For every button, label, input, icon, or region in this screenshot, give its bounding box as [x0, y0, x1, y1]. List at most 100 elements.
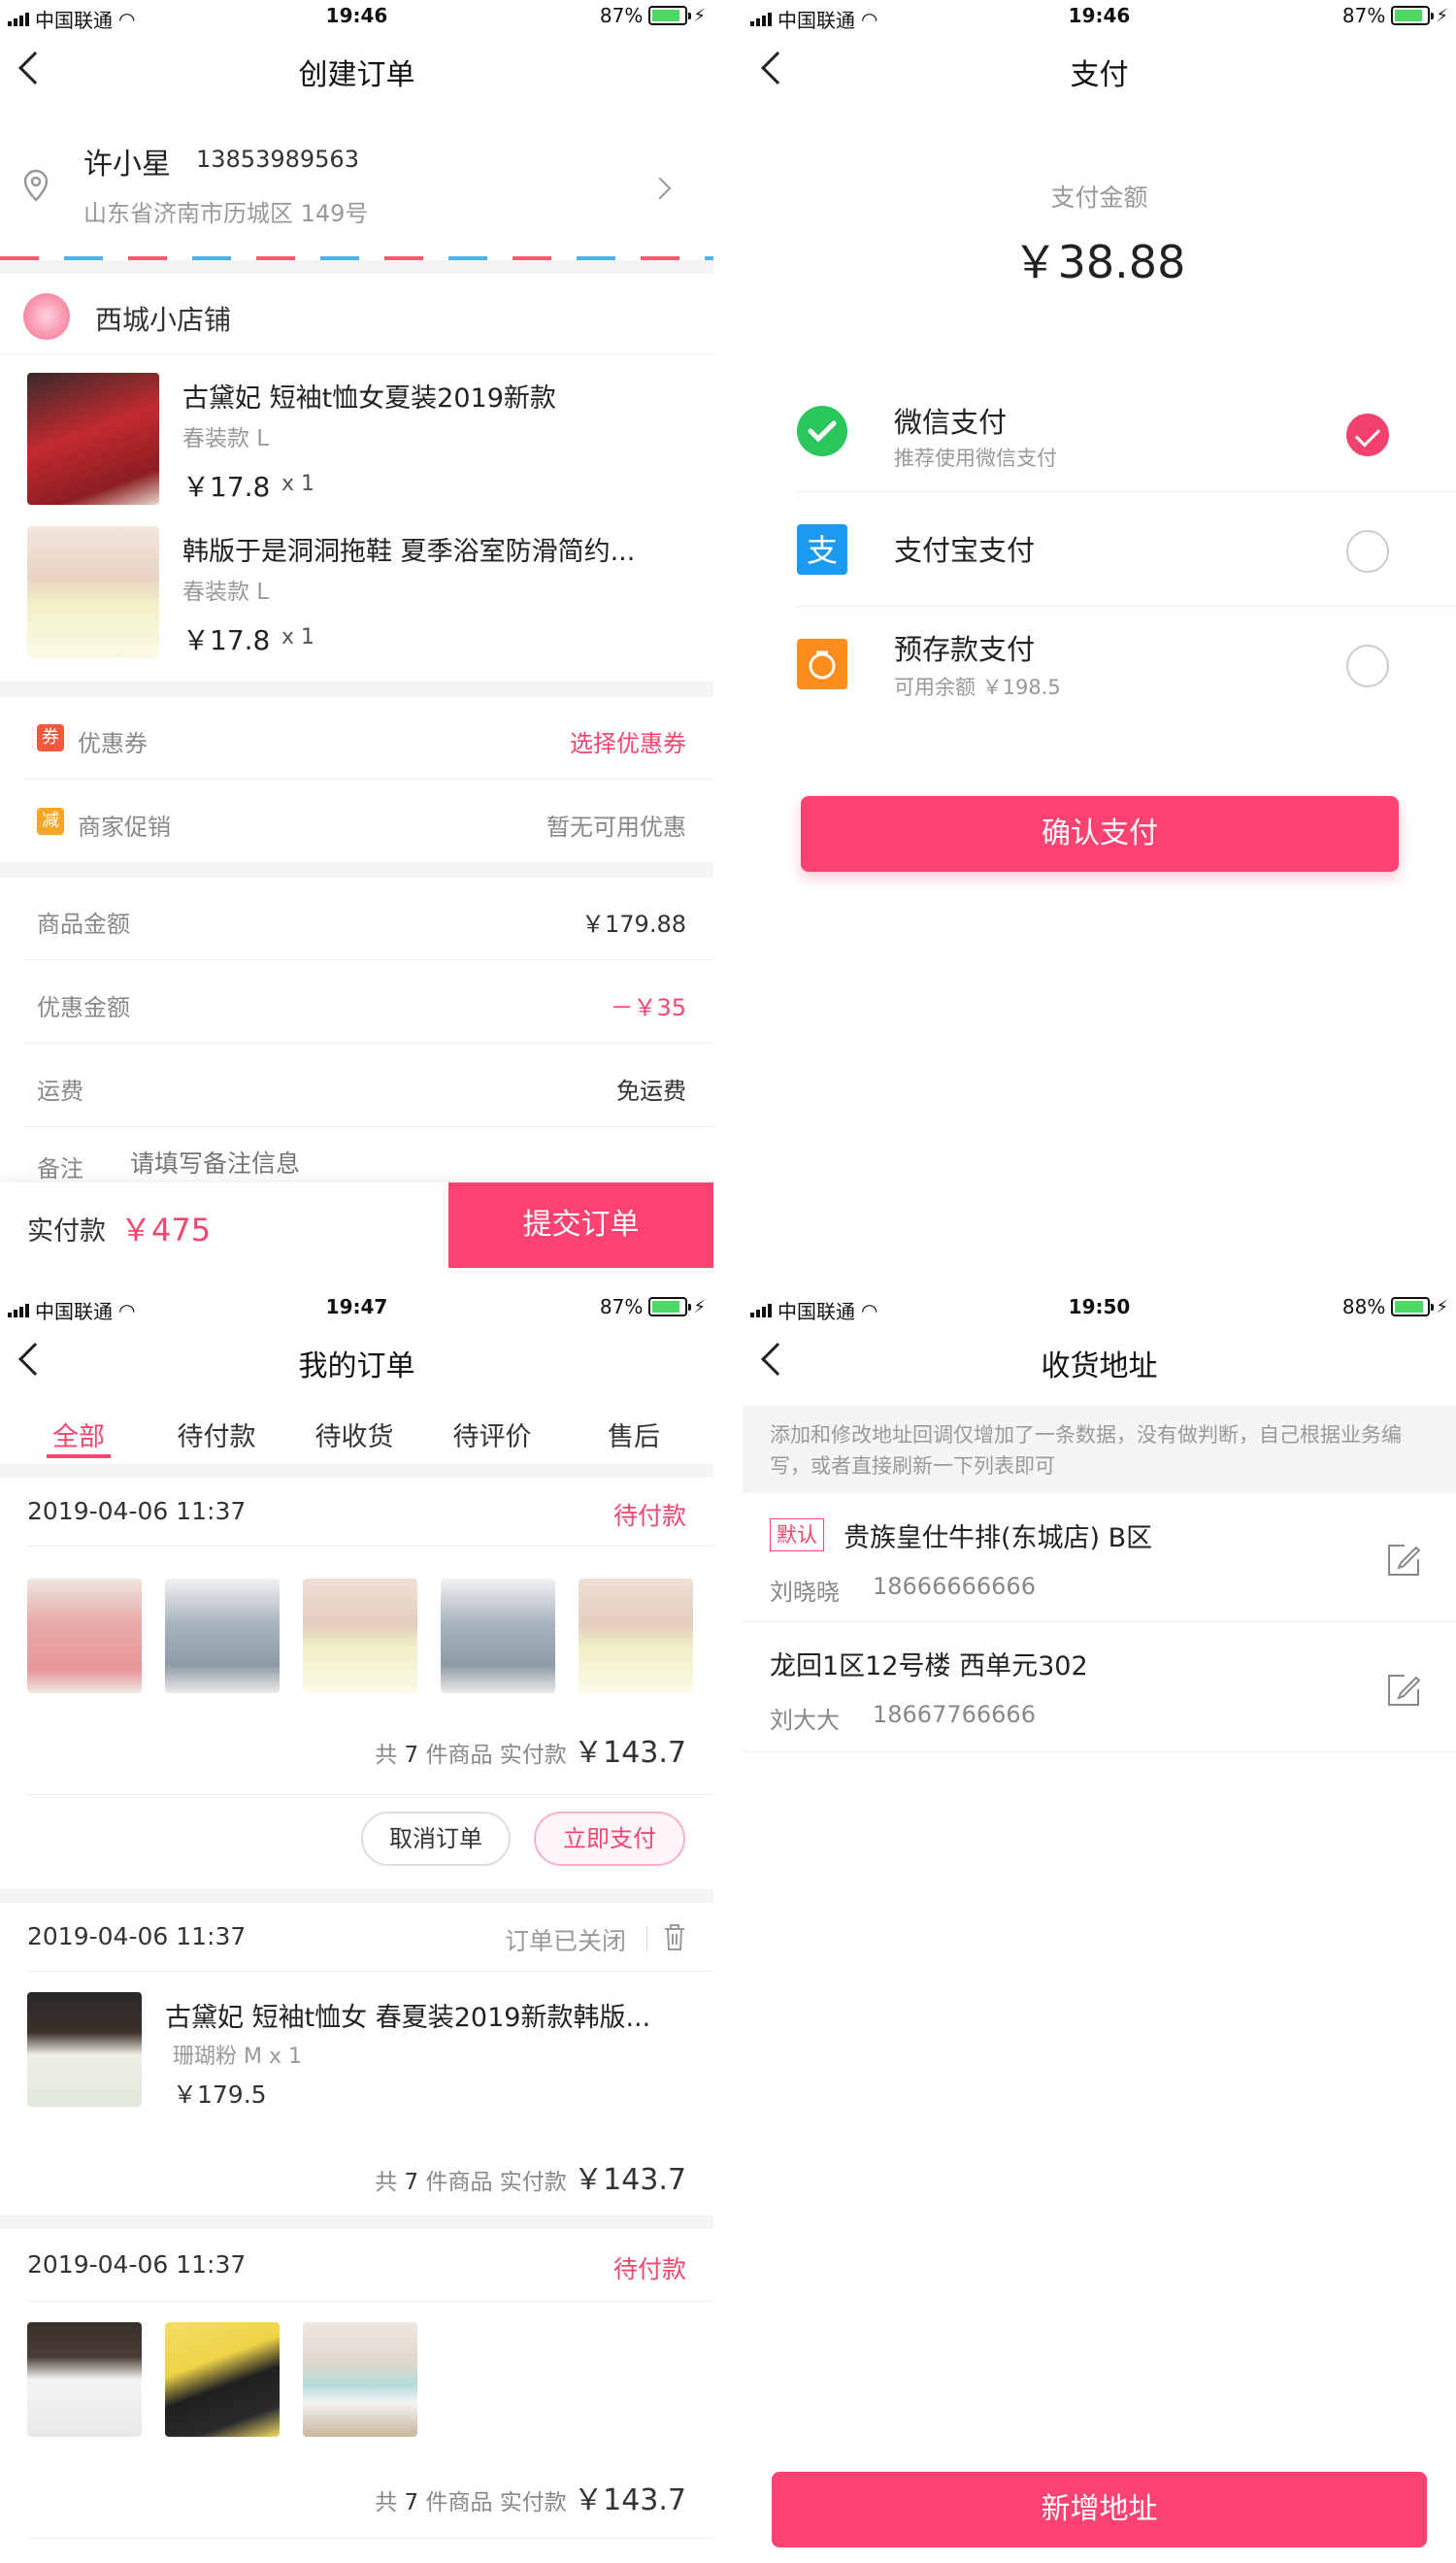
page-title: 我的订单 — [298, 1349, 415, 1383]
tab-pending-payment[interactable]: 待付款 — [159, 1415, 274, 1453]
order-item[interactable]: 古黛妃 短袖t恤女 春夏装2019新款韩版... 珊瑚粉 M x 1 ￥179.… — [0, 1992, 713, 2118]
summary-text: 件商品 实付款 — [425, 2170, 567, 2195]
nav-bar: 收货地址 — [743, 1326, 1456, 1396]
tab-pending-review[interactable]: 待评价 — [435, 1415, 549, 1453]
address-card[interactable]: 许小星 13853989563 山东省济南市历城区 149号 — [0, 126, 713, 243]
select-coupon-link[interactable]: 选择优惠券 — [570, 724, 686, 758]
tab-after-sales[interactable]: 售后 — [577, 1415, 691, 1453]
address-list-screen: 中国联通 ◠ 19:50 88% ⚡ 收货地址 添加和修改地址回调仅增加了一条数据，… — [743, 1291, 1456, 2563]
order-status: 待付款 — [612, 1502, 686, 1530]
product-spec: 珊瑚粉 M x 1 — [173, 2045, 302, 2069]
recipient-address: 山东省济南市历城区 149号 — [83, 200, 369, 227]
confirm-pay-button[interactable]: 确认支付 — [801, 796, 1399, 872]
edit-icon[interactable] — [1387, 1544, 1420, 1577]
order-header: 2019-04-06 11:37 订单已关闭 — [0, 1903, 713, 1971]
product-thumbnail — [27, 1579, 142, 1693]
tab-pending-receipt[interactable]: 待收货 — [297, 1415, 412, 1453]
order-item[interactable]: 韩版于是洞洞拖鞋 夏季浴室防滑简约... 春装款 L ￥17.8 x 1 — [0, 526, 713, 662]
my-orders-screen: 中国联通 ◠ 19:47 87% ⚡ 我的订单 全部 待付款 待收货 待评价 售后 … — [0, 1291, 713, 2563]
divider — [0, 862, 713, 878]
contact-phone: 18666666666 — [873, 1573, 1036, 1600]
order-summary: 共 7 件商品 实付款 ￥143.7 — [0, 2155, 713, 2204]
battery-percent: 88% — [1341, 1295, 1386, 1318]
product-price: ￥17.8 — [182, 471, 271, 503]
svg-text:支: 支 — [807, 532, 838, 569]
pay-method-sub: 推荐使用微信支付 — [894, 447, 1057, 470]
order-thumbnails[interactable] — [27, 1579, 713, 1693]
discount-label: 优惠金额 — [37, 994, 130, 1021]
recipient-phone: 13853989563 — [196, 146, 359, 173]
order-thumbnails[interactable] — [27, 2322, 417, 2437]
edit-icon[interactable] — [1387, 1674, 1420, 1707]
address-item[interactable]: 龙回1区12号楼 西单元302 刘大大 18667766666 — [743, 1623, 1456, 1751]
contact-name: 刘大大 — [770, 1707, 840, 1734]
divider — [23, 779, 713, 780]
divider — [23, 959, 713, 960]
page-title: 支付 — [1070, 58, 1129, 92]
divider — [743, 1751, 1456, 1752]
discount-value: －￥35 — [610, 994, 686, 1021]
promo-value: 暂无可用优惠 — [546, 814, 686, 841]
product-spec: 春装款 L — [182, 580, 270, 605]
address-item[interactable]: 默认 贵族皇仕牛排(东城店) B区 刘晓晓 18666666666 — [743, 1493, 1456, 1621]
product-name: 古黛妃 短袖t恤女 春夏装2019新款韩版... — [165, 2003, 651, 2033]
pay-method-name: 预存款支付 — [894, 633, 1036, 666]
promo-tag-icon: 减 — [37, 808, 64, 835]
pay-method-name: 支付宝支付 — [894, 534, 1036, 567]
promo-row[interactable]: 减 商家促销 暂无可用优惠 — [0, 781, 713, 862]
product-thumbnail — [441, 1579, 555, 1693]
nav-bar: 创建订单 — [0, 35, 713, 105]
order-total: ￥143.7 — [574, 1736, 686, 1770]
product-thumbnail — [165, 1579, 280, 1693]
pay-method-name: 微信支付 — [894, 406, 1008, 439]
remark-input[interactable] — [130, 1144, 674, 1182]
shipping-label: 运费 — [37, 1078, 83, 1105]
radio-selected[interactable] — [1346, 414, 1389, 456]
order-date: 2019-04-06 11:37 — [27, 1922, 247, 1950]
summary-prefix: 共 — [375, 2170, 398, 2195]
battery-percent: 87% — [599, 1295, 644, 1318]
promo-label: 商家促销 — [78, 814, 171, 841]
divider — [0, 1464, 713, 1478]
add-address-button[interactable]: 新增地址 — [772, 2472, 1427, 2547]
divider — [27, 2301, 713, 2302]
status-bar: 中国联通 ◠ 19:46 87% ⚡ — [743, 0, 1456, 35]
battery-icon — [648, 6, 692, 25]
product-qty: x 1 — [281, 472, 315, 496]
remark-label: 备注 — [37, 1155, 83, 1182]
product-image — [27, 373, 159, 505]
trash-icon[interactable] — [663, 1922, 686, 1951]
product-price: ￥179.5 — [173, 2080, 267, 2109]
coupon-row[interactable]: 券 优惠券 选择优惠券 — [0, 697, 713, 779]
order-date: 2019-04-06 11:37 — [27, 2250, 247, 2279]
nav-bar: 支付 — [743, 35, 1456, 105]
total-amount: ￥475 — [120, 1212, 212, 1248]
pay-now-button[interactable]: 立即支付 — [534, 1812, 685, 1866]
pay-method-alipay[interactable]: 支 支付宝支付 — [743, 493, 1456, 606]
divider — [27, 1971, 713, 1972]
divider — [23, 1043, 713, 1044]
pay-method-wechat[interactable]: 微信支付 推荐使用微信支付 — [743, 377, 1456, 491]
total-label: 实付款 — [27, 1216, 106, 1247]
item-count: 7 — [404, 2490, 419, 2515]
pay-method-prepaid[interactable]: 预存款支付 可用余额 ￥198.5 — [743, 608, 1456, 722]
product-image — [27, 1992, 142, 2107]
status-bar: 中国联通 ◠ 19:47 87% ⚡ — [0, 1291, 713, 1326]
page-title: 创建订单 — [298, 58, 415, 92]
cancel-order-button[interactable]: 取消订单 — [361, 1812, 511, 1866]
pay-amount: ￥38.88 — [1012, 236, 1186, 288]
divider — [0, 682, 713, 697]
pay-amount-label: 支付金额 — [1050, 183, 1148, 212]
battery-percent: 87% — [599, 4, 644, 27]
goods-amount-label: 商品金额 — [37, 911, 130, 938]
shop-avatar — [23, 293, 70, 340]
radio-unselected[interactable] — [1346, 530, 1389, 573]
tab-all[interactable]: 全部 — [21, 1415, 136, 1453]
submit-order-button[interactable]: 提交订单 — [448, 1182, 713, 1268]
order-item[interactable]: 古黛妃 短袖t恤女夏装2019新款 春装款 L ￥17.8 x 1 — [0, 373, 713, 509]
product-thumbnail — [27, 2322, 142, 2437]
radio-unselected[interactable] — [1346, 645, 1389, 687]
product-thumbnail — [165, 2322, 280, 2437]
charging-icon: ⚡ — [1436, 5, 1448, 26]
order-summary: 共 7 件商品 实付款 ￥143.7 — [0, 1728, 713, 1777]
